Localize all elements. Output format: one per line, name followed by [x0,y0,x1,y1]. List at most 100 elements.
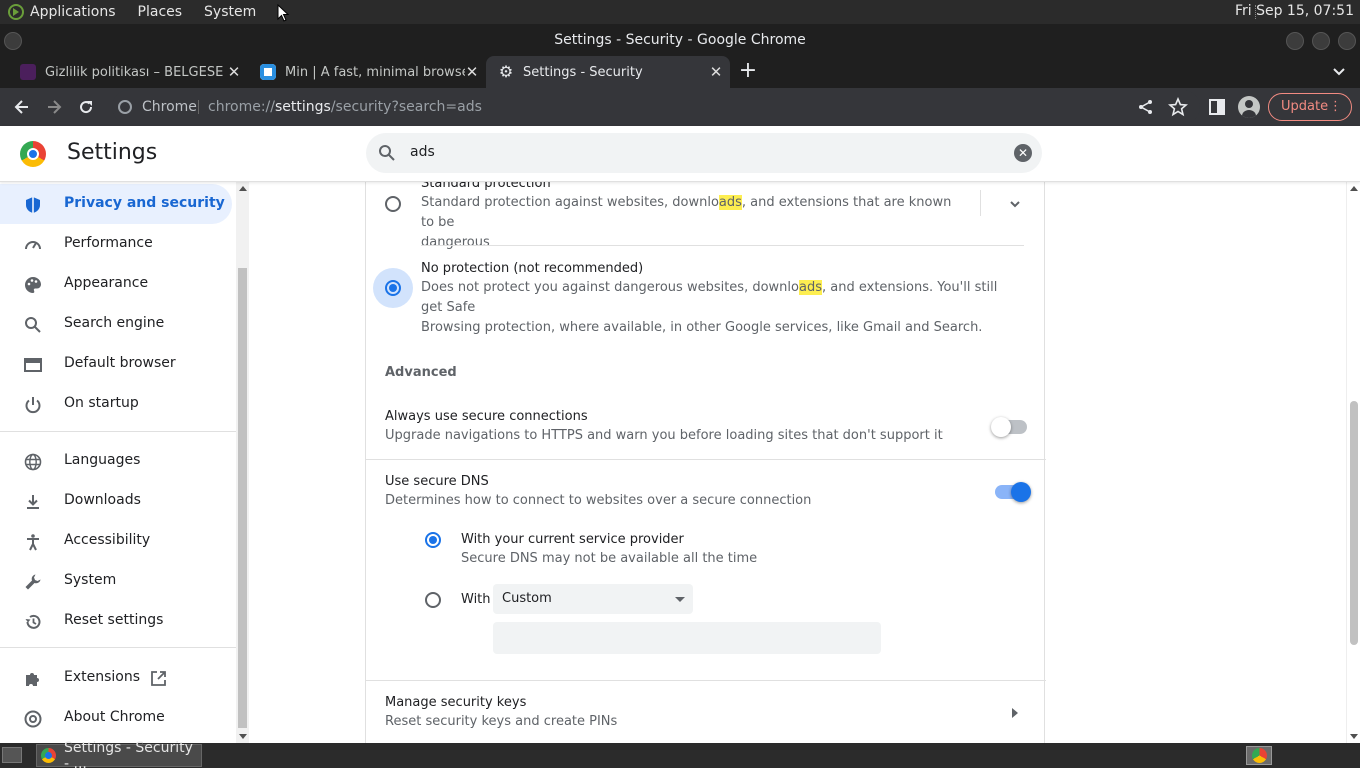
show-desktop-icon[interactable] [2,747,22,763]
more-vertical-icon[interactable]: ⋮ [1329,94,1342,120]
no-protection-title: No protection (not recommended) [421,261,644,276]
divider [366,459,1046,460]
os-clock[interactable]: Fri Sep 15, 07:51 [1235,3,1354,19]
update-button[interactable]: Update ⋮ [1268,93,1352,121]
scroll-down-arrow-icon[interactable] [239,734,247,739]
sidebar-item-label: Performance [64,235,153,251]
no-protection-radio[interactable] [385,280,401,296]
window-menu-button[interactable] [4,32,22,50]
minimize-button[interactable] [1286,32,1304,50]
close-tab-icon[interactable]: ✕ [708,64,724,80]
sidebar-item-accessibility[interactable]: Accessibility [0,521,232,561]
wrench-icon [25,574,41,590]
sidebar-item-performance[interactable]: Performance [0,224,232,264]
sidebar-item-privacy-security[interactable]: Privacy and security [0,184,232,224]
accessibility-icon [27,534,39,551]
close-tab-icon[interactable]: ✕ [464,64,480,80]
tab-belgesel[interactable]: Gizlilik politikası – BELGESELS ✕ [0,56,248,88]
forward-arrow-icon[interactable] [44,97,64,117]
side-panel-icon[interactable] [1207,97,1227,117]
standard-protection-title: Standard protection [421,182,551,191]
page-title: Settings [67,140,158,165]
share-icon[interactable] [1136,97,1156,117]
dns-custom-provider-input[interactable] [493,622,881,654]
scrollbar-thumb[interactable] [238,268,247,728]
taskbar-window-label: Settings - Security - ... [64,739,193,772]
standard-protection-radio[interactable] [385,196,401,212]
advanced-heading: Advanced [385,365,457,380]
profile-avatar[interactable] [1238,96,1260,118]
expand-chevron-icon[interactable] [1009,198,1021,210]
sidebar-item-on-startup[interactable]: On startup [0,384,232,424]
main-scrollbar[interactable] [1346,182,1360,743]
os-menu-system[interactable]: System [204,4,256,20]
tab-settings-security[interactable]: ⚙ Settings - Security ✕ [486,56,730,88]
taskbar-window-chrome[interactable]: Settings - Security - ... [36,740,202,772]
sidebar-item-label: About Chrome [64,709,165,725]
sidebar-item-languages[interactable]: Languages [0,441,232,481]
chevron-right-icon[interactable] [1011,708,1019,718]
sidebar-item-system[interactable]: System [0,561,232,601]
chrome-site-icon[interactable] [118,100,132,114]
maximize-button[interactable] [1312,32,1330,50]
os-taskbar: Settings - Security - ... [0,740,1360,772]
os-menu-logo-icon[interactable] [8,4,24,20]
sidebar-item-extensions[interactable]: Extensions [0,658,232,698]
download-icon [27,495,39,509]
secure-dns-toggle[interactable] [995,482,1031,502]
url-path: /security?search=ads [330,99,482,115]
chrome-icon [24,710,42,728]
reload-icon[interactable] [76,97,96,117]
settings-main: Standard protection Standard protection … [249,182,1346,743]
settings-header: Settings ads ✕ [0,126,1360,182]
tray-chrome-icon[interactable] [1246,746,1272,765]
back-arrow-icon[interactable] [12,97,32,117]
dns-select-value: Custom [502,591,552,606]
tab-min-browser[interactable]: Min | A fast, minimal browser t ✕ [240,56,486,88]
secure-connections-toggle[interactable] [991,417,1027,437]
os-top-panel: Applications Places System Fri Sep 15, 0… [0,0,1360,24]
sidebar-item-label: System [64,572,117,588]
close-window-button[interactable] [1338,32,1356,50]
dropdown-caret-icon [675,597,685,602]
dns-current-provider-radio[interactable] [425,532,441,548]
os-menu-places[interactable]: Places [138,4,183,20]
history-icon [25,614,41,629]
sidebar-item-search-engine[interactable]: Search engine [0,304,232,344]
new-tab-button[interactable]: + [738,60,758,84]
puzzle-icon [26,673,39,686]
scrollbar-thumb[interactable] [1350,401,1358,645]
sidebar-item-label: Reset settings [64,612,164,628]
sidebar-item-reset-settings[interactable]: Reset settings [0,601,232,641]
address-bar[interactable]: Chrome chrome://settings/security?search… [112,90,1200,124]
mouse-cursor-icon [277,4,289,22]
clear-search-icon[interactable]: ✕ [1014,144,1032,162]
dns-custom-radio[interactable] [425,592,441,608]
sidebar-item-appearance[interactable]: Appearance [0,264,232,304]
browser-window-icon [24,358,42,372]
browser-toolbar: Chrome chrome://settings/security?search… [0,88,1360,126]
window-title: Settings - Security - Google Chrome [554,32,806,48]
scroll-up-arrow-icon[interactable] [1350,186,1358,191]
url-text[interactable]: chrome://settings/security?search=ads [208,90,482,124]
scroll-up-arrow-icon[interactable] [239,186,247,191]
dns-current-provider-title: With your current service provider [461,532,684,547]
sidebar-item-label: On startup [64,395,139,411]
dns-provider-select[interactable]: Custom [493,584,693,614]
divider [421,245,1024,246]
sidebar-scrollbar[interactable] [236,182,249,743]
bookmark-star-icon[interactable] [1168,97,1188,117]
sidebar-item-downloads[interactable]: Downloads [0,481,232,521]
sidebar-item-default-browser[interactable]: Default browser [0,344,232,384]
sidebar-divider [0,431,236,432]
toggle-knob [991,417,1011,437]
tab-search-chevron-icon[interactable] [1332,64,1346,78]
os-menu-applications[interactable]: Applications [30,4,116,20]
sidebar-item-about-chrome[interactable]: About Chrome [0,698,232,738]
dns-custom-label: With [461,592,491,607]
chrome-icon [41,748,56,763]
search-icon [379,145,395,161]
settings-search-input[interactable]: ads ✕ [366,133,1042,173]
scroll-down-arrow-icon[interactable] [1350,734,1358,739]
scheme-label: Chrome [142,99,197,115]
